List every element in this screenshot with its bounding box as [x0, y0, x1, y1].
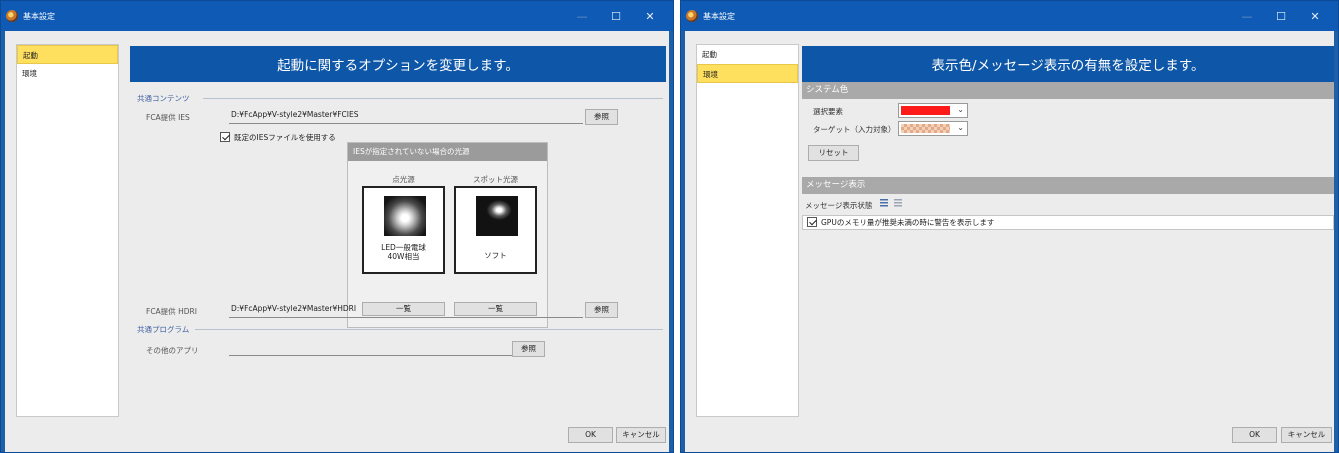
- gpu-warning-checkbox[interactable]: [807, 217, 817, 227]
- title-bar[interactable]: 基本設定 — ☐ ✕: [1, 1, 673, 31]
- cancel-button[interactable]: キャンセル: [1281, 427, 1332, 443]
- selection-color-swatch: [901, 106, 950, 115]
- group-label-common-contents: 共通コンテンツ: [137, 94, 190, 103]
- page-header: 起動に関するオプションを変更します。: [130, 46, 666, 82]
- app-icon: [6, 10, 18, 22]
- light-panel-title: IESが指定されていない場合の光源: [348, 143, 547, 161]
- close-icon[interactable]: ✕: [1298, 10, 1332, 23]
- page-header: 表示色/メッセージ表示の有無を設定します。: [802, 46, 1334, 82]
- ies-path-input[interactable]: D:¥FcApp¥V-style2¥Master¥FCIES: [229, 108, 583, 124]
- target-color-swatch: [901, 124, 950, 133]
- cancel-button[interactable]: キャンセル: [616, 427, 666, 443]
- ies-browse-button[interactable]: 参照: [585, 109, 618, 125]
- gpu-warning-label: GPUのメモリ量が推奨未満の時に警告を表示します: [821, 218, 995, 227]
- nav-item-startup[interactable]: 起動: [697, 45, 798, 64]
- point-light-card[interactable]: LED一般電球 40W相当: [362, 186, 445, 274]
- point-light-preview: [384, 196, 426, 236]
- default-light-panel: IESが指定されていない場合の光源 点光源 スポット光源 LED一般電球 40W…: [347, 142, 548, 328]
- title-bar[interactable]: 基本設定 — ☐ ✕: [681, 1, 1338, 31]
- other-app-label: その他のアプリ: [146, 346, 199, 355]
- point-light-caption: LED一般電球 40W相当: [364, 243, 443, 261]
- close-icon[interactable]: ✕: [633, 10, 667, 23]
- message-section: メッセージ表示: [802, 177, 1334, 194]
- point-light-caption-line2: 40W相当: [387, 252, 420, 261]
- chevron-down-icon: ⌄: [957, 105, 964, 114]
- reset-button[interactable]: リセット: [808, 145, 859, 161]
- spot-light-label: スポット光源: [473, 175, 518, 184]
- settings-window-startup: 基本設定 — ☐ ✕ 起動 環境 起動に関するオプションを変更します。 共通コン…: [0, 0, 674, 453]
- other-app-path-input[interactable]: [229, 340, 515, 356]
- minimize-icon[interactable]: —: [565, 10, 599, 23]
- list-view-alt-icon[interactable]: [894, 199, 902, 208]
- group-label-common-programs: 共通プログラム: [137, 325, 190, 334]
- message-state-label: メッセージ表示状態: [805, 201, 873, 210]
- use-default-ies-checkbox[interactable]: [220, 132, 230, 142]
- nav-item-startup[interactable]: 起動: [17, 45, 118, 64]
- system-color-section: システム色: [802, 82, 1334, 99]
- nav-item-environment[interactable]: 環境: [17, 64, 118, 83]
- hdri-path-input[interactable]: D:¥FcApp¥V-style2¥Master¥HDRI: [229, 302, 583, 318]
- spot-light-preview: [476, 196, 518, 236]
- selection-color-label: 選択要素: [813, 107, 843, 116]
- dialog-client: 起動 環境 表示色/メッセージ表示の有無を設定します。 システム色 選択要素 ⌄…: [685, 31, 1334, 452]
- settings-window-environment: 基本設定 — ☐ ✕ 起動 環境 表示色/メッセージ表示の有無を設定します。 シ…: [680, 0, 1339, 453]
- category-nav: 起動 環境: [16, 44, 119, 417]
- message-option-row: GPUのメモリ量が推奨未満の時に警告を表示します: [802, 215, 1334, 230]
- use-default-ies-label: 既定のIESファイルを使用する: [234, 133, 336, 142]
- group-divider: [203, 98, 663, 99]
- minimize-icon[interactable]: —: [1230, 10, 1264, 23]
- app-icon: [686, 10, 698, 22]
- maximize-icon[interactable]: ☐: [1264, 10, 1298, 23]
- point-light-label: 点光源: [392, 175, 415, 184]
- ies-label: FCA提供 IES: [146, 113, 190, 122]
- chevron-down-icon: ⌄: [957, 123, 964, 132]
- maximize-icon[interactable]: ☐: [599, 10, 633, 23]
- target-color-dropdown[interactable]: ⌄: [898, 121, 968, 136]
- hdri-browse-button[interactable]: 参照: [585, 302, 618, 318]
- point-light-caption-line1: LED一般電球: [381, 243, 426, 252]
- other-app-browse-button[interactable]: 参照: [512, 341, 545, 357]
- group-divider: [195, 329, 663, 330]
- category-nav: 起動 環境: [696, 44, 799, 417]
- spot-light-caption: ソフト: [484, 251, 507, 260]
- spot-light-card[interactable]: ソフト: [454, 186, 537, 274]
- dialog-client: 起動 環境 起動に関するオプションを変更します。 共通コンテンツ FCA提供 I…: [5, 31, 669, 452]
- ok-button[interactable]: OK: [568, 427, 613, 443]
- window-title: 基本設定: [23, 11, 55, 21]
- ok-button[interactable]: OK: [1232, 427, 1277, 443]
- target-color-label: ターゲット（入力対象）: [813, 125, 896, 134]
- list-view-icon[interactable]: [880, 199, 888, 208]
- window-title: 基本設定: [703, 11, 735, 21]
- selection-color-dropdown[interactable]: ⌄: [898, 103, 968, 118]
- nav-item-environment[interactable]: 環境: [697, 64, 798, 83]
- hdri-label: FCA提供 HDRI: [146, 307, 197, 316]
